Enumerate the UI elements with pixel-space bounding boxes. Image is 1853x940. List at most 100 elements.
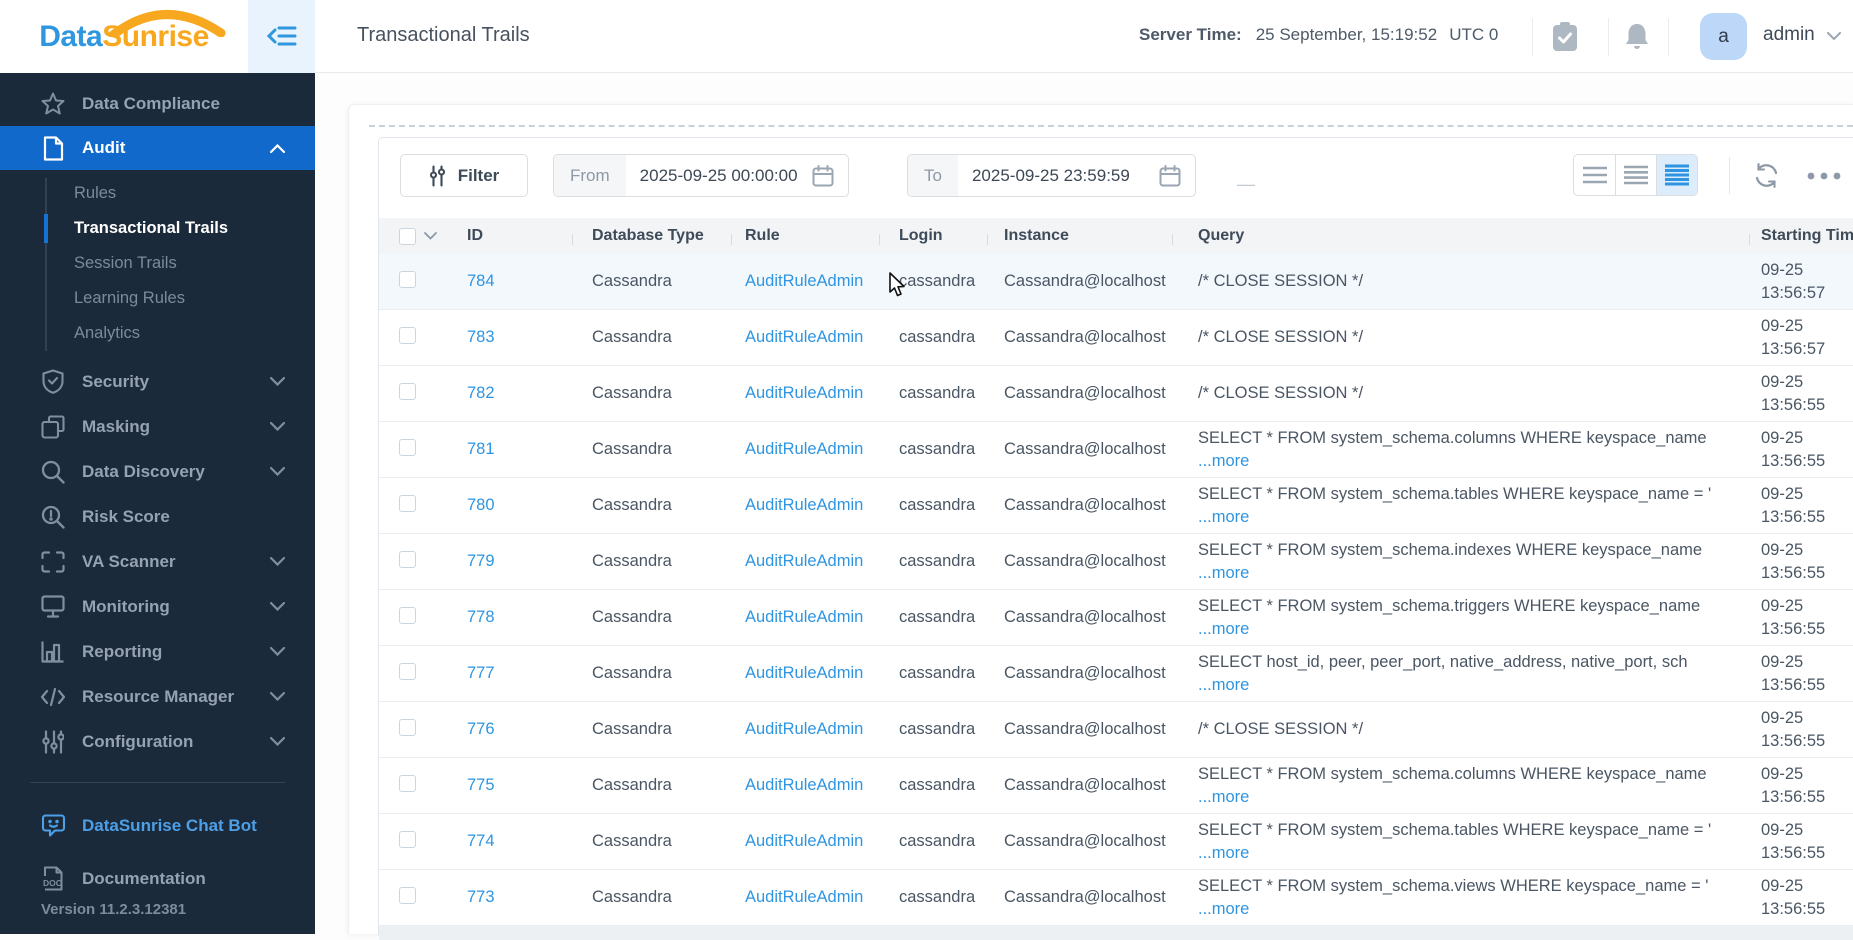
sidebar-item-data-compliance[interactable]: Data Compliance xyxy=(0,81,315,126)
table-row[interactable]: 784 Cassandra AuditRuleAdmin cassandra C… xyxy=(379,254,1853,310)
sidebar-item-monitoring[interactable]: Monitoring xyxy=(0,584,315,629)
table-row[interactable]: 774 Cassandra AuditRuleAdmin cassandra C… xyxy=(379,814,1853,870)
row-id-link[interactable]: 773 xyxy=(457,888,572,907)
sidebar-item-data-discovery[interactable]: Data Discovery xyxy=(0,449,315,494)
row-rule-link[interactable]: AuditRuleAdmin xyxy=(731,328,879,347)
row-id-link[interactable]: 780 xyxy=(457,496,572,515)
notifications-button[interactable] xyxy=(1624,22,1650,52)
row-rule-link[interactable]: AuditRuleAdmin xyxy=(731,720,879,739)
column-header-starting-time[interactable]: Starting Time xyxy=(1749,227,1853,245)
row-checkbox[interactable] xyxy=(399,438,416,456)
tasks-button[interactable] xyxy=(1552,22,1578,52)
column-header-login[interactable]: Login xyxy=(879,227,987,245)
row-id-link[interactable]: 781 xyxy=(457,440,572,459)
row-id-link[interactable]: 774 xyxy=(457,832,572,851)
audit-submenu-item[interactable]: Rules xyxy=(0,176,315,211)
row-id-link[interactable]: 783 xyxy=(457,328,572,347)
select-all-checkbox[interactable] xyxy=(399,227,416,245)
column-header-rule[interactable]: Rule xyxy=(731,227,879,245)
table-row[interactable]: 780 Cassandra AuditRuleAdmin cassandra C… xyxy=(379,478,1853,534)
density-medium-button[interactable] xyxy=(1615,155,1656,195)
row-id-link[interactable]: 778 xyxy=(457,608,572,627)
sidebar-item-va-scanner[interactable]: VA Scanner xyxy=(0,539,315,584)
table-row[interactable]: 779 Cassandra AuditRuleAdmin cassandra C… xyxy=(379,534,1853,590)
to-date-input[interactable]: To 2025-09-25 23:59:59 xyxy=(907,154,1196,197)
row-query-more-link[interactable]: ...more xyxy=(1198,618,1749,641)
row-id-link[interactable]: 779 xyxy=(457,552,572,571)
sidebar-item-configuration[interactable]: Configuration xyxy=(0,719,315,764)
sidebar-item-documentation[interactable]: DOC Documentation xyxy=(0,856,315,901)
density-sparse-button[interactable] xyxy=(1574,155,1615,195)
row-checkbox[interactable] xyxy=(399,606,416,624)
row-query-more-link[interactable]: ...more xyxy=(1198,786,1749,809)
user-menu-chevron-icon[interactable] xyxy=(1827,32,1841,41)
column-header-query[interactable]: Query xyxy=(1172,227,1749,245)
row-rule-link[interactable]: AuditRuleAdmin xyxy=(731,384,879,403)
row-checkbox[interactable] xyxy=(399,382,416,400)
row-rule-link[interactable]: AuditRuleAdmin xyxy=(731,440,879,459)
sidebar-item-risk-score[interactable]: Risk Score xyxy=(0,494,315,539)
table-row[interactable]: 776 Cassandra AuditRuleAdmin cassandra C… xyxy=(379,702,1853,758)
more-actions-button[interactable] xyxy=(1807,172,1841,180)
selection-dropdown-chevron-icon[interactable] xyxy=(424,232,437,240)
logo[interactable]: DataSunrise xyxy=(0,0,248,73)
audit-submenu-item[interactable]: Session Trails xyxy=(0,246,315,281)
filter-button[interactable]: Filter xyxy=(400,154,528,197)
row-rule-link[interactable]: AuditRuleAdmin xyxy=(731,496,879,515)
column-header-database-type[interactable]: Database Type xyxy=(572,227,731,245)
row-checkbox[interactable] xyxy=(399,886,416,904)
row-checkbox[interactable] xyxy=(399,550,416,568)
table-row[interactable]: 778 Cassandra AuditRuleAdmin cassandra C… xyxy=(379,590,1853,646)
calendar-icon[interactable] xyxy=(812,164,834,187)
row-rule-link[interactable]: AuditRuleAdmin xyxy=(731,608,879,627)
table-row[interactable]: 777 Cassandra AuditRuleAdmin cassandra C… xyxy=(379,646,1853,702)
sidebar-collapse-button[interactable] xyxy=(248,0,315,73)
row-rule-link[interactable]: AuditRuleAdmin xyxy=(731,272,879,291)
row-query-more-link[interactable]: ...more xyxy=(1198,674,1749,697)
table-row[interactable]: 775 Cassandra AuditRuleAdmin cassandra C… xyxy=(379,758,1853,814)
row-checkbox[interactable] xyxy=(399,270,416,288)
row-query-more-link[interactable]: ...more xyxy=(1198,506,1749,529)
audit-submenu-item[interactable]: Analytics xyxy=(0,316,315,351)
row-rule-link[interactable]: AuditRuleAdmin xyxy=(731,832,879,851)
sidebar-item-chat-bot[interactable]: DataSunrise Chat Bot xyxy=(0,803,315,848)
sidebar-item-resource-manager[interactable]: Resource Manager xyxy=(0,674,315,719)
column-header-id[interactable]: ID xyxy=(457,227,572,245)
row-rule-link[interactable]: AuditRuleAdmin xyxy=(731,888,879,907)
table-row[interactable]: 783 Cassandra AuditRuleAdmin cassandra C… xyxy=(379,310,1853,366)
row-checkbox[interactable] xyxy=(399,718,416,736)
row-query-more-link[interactable]: ...more xyxy=(1198,562,1749,585)
sidebar-item-reporting[interactable]: Reporting xyxy=(0,629,315,674)
table-row[interactable]: 782 Cassandra AuditRuleAdmin cassandra C… xyxy=(379,366,1853,422)
row-query-more-link[interactable]: ...more xyxy=(1198,898,1749,921)
row-checkbox[interactable] xyxy=(399,494,416,512)
refresh-button[interactable] xyxy=(1753,162,1780,189)
calendar-icon[interactable] xyxy=(1159,164,1181,187)
from-date-input[interactable]: From 2025-09-25 00:00:00 xyxy=(553,154,849,197)
table-row[interactable]: 781 Cassandra AuditRuleAdmin cassandra C… xyxy=(379,422,1853,478)
audit-submenu-item[interactable]: Transactional Trails xyxy=(0,211,315,246)
row-rule-link[interactable]: AuditRuleAdmin xyxy=(731,776,879,795)
row-query-more-link[interactable]: ...more xyxy=(1198,842,1749,865)
user-menu[interactable]: admin xyxy=(1763,24,1815,46)
row-checkbox[interactable] xyxy=(399,774,416,792)
row-query-more-link[interactable]: ...more xyxy=(1198,450,1749,473)
table-row[interactable]: 773 Cassandra AuditRuleAdmin cassandra C… xyxy=(379,870,1853,926)
row-checkbox[interactable] xyxy=(399,662,416,680)
row-id-link[interactable]: 775 xyxy=(457,776,572,795)
row-checkbox[interactable] xyxy=(399,326,416,344)
row-rule-link[interactable]: AuditRuleAdmin xyxy=(731,664,879,683)
row-id-link[interactable]: 782 xyxy=(457,384,572,403)
sidebar-item-audit[interactable]: Audit xyxy=(0,126,315,170)
avatar[interactable]: a xyxy=(1700,13,1747,60)
column-header-instance[interactable]: Instance xyxy=(987,227,1172,245)
row-id-link[interactable]: 784 xyxy=(457,272,572,291)
row-id-link[interactable]: 777 xyxy=(457,664,572,683)
row-rule-link[interactable]: AuditRuleAdmin xyxy=(731,552,879,571)
audit-submenu-item[interactable]: Learning Rules xyxy=(0,281,315,316)
sidebar-item-security[interactable]: Security xyxy=(0,359,315,404)
row-checkbox[interactable] xyxy=(399,830,416,848)
sidebar-item-masking[interactable]: Masking xyxy=(0,404,315,449)
density-compact-button[interactable] xyxy=(1656,155,1697,195)
row-id-link[interactable]: 776 xyxy=(457,720,572,739)
